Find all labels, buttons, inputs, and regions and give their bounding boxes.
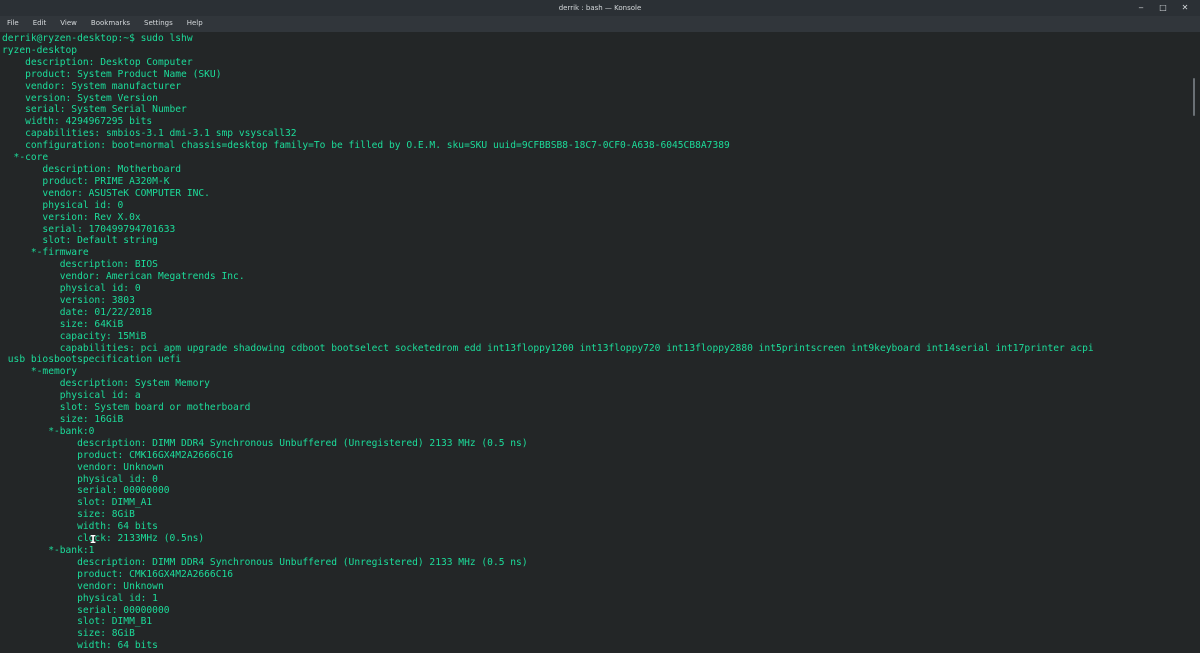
terminal-line: serial: 170499794701633 [2,223,176,235]
prompt-line: derrik@ryzen-desktop:~$ sudo lshw [2,33,193,44]
minimize-icon[interactable]: ‒ [1136,3,1146,13]
terminal-line: width: 4294967295 bits [2,116,153,128]
menu-bar: File Edit View Bookmarks Settings Help [0,16,1200,31]
terminal-line: configuration: boot=normal chassis=deskt… [2,140,730,152]
terminal-line: size: 16GiB [2,414,124,425]
terminal-line: size: 8GiB [2,509,135,521]
terminal-line: *-core [2,152,49,164]
terminal-line: capacity: 15MiB [2,330,147,342]
terminal-line: ryzen-desktop [2,44,78,56]
terminal-line: serial: 00000000 [2,485,170,497]
menu-bookmarks[interactable]: Bookmarks [84,16,137,31]
terminal-line: description: DIMM DDR4 Synchronous Unbuf… [2,556,528,568]
terminal-line: date: 01/22/2018 [2,306,153,318]
terminal-scrollbar[interactable] [1190,32,1200,653]
terminal-line: usb biosbootspecification uefi [2,354,182,366]
terminal-line: serial: 00000000 [2,604,170,616]
terminal-line: version: Rev X.0x [2,211,141,223]
menu-help[interactable]: Help [180,16,210,31]
scrollbar-thumb[interactable] [1193,78,1195,116]
terminal-line: version: System Version [2,92,158,104]
terminal-line: *-firmware [2,247,89,259]
window-controls: ‒ □ ✕ [1136,0,1190,16]
ibeam-cursor-icon: I [89,533,97,546]
window-title: derrik : bash — Konsole [558,4,642,12]
menu-file[interactable]: File [0,16,26,31]
terminal-line: product: CMK16GX4M2A2666C16 [2,449,234,461]
title-bar[interactable]: derrik : bash — Konsole ‒ □ ✕ [0,0,1200,16]
terminal-line: product: System Product Name (SKU) [2,68,222,80]
terminal-line: vendor: ASUSTeK COMPUTER INC. [2,187,210,199]
terminal-line: size: 64KiB [2,318,124,330]
terminal-line: physical id: 0 [2,473,158,485]
terminal-line: physical id: 1 [2,592,158,604]
terminal-line: *-memory [2,366,78,378]
terminal-line: description: Desktop Computer [2,56,193,68]
terminal-line: description: Motherboard [2,163,182,175]
terminal-line: vendor: American Megatrends Inc. [2,271,245,283]
close-icon[interactable]: ✕ [1180,3,1190,13]
terminal-line: size: 8GiB [2,628,135,640]
terminal-line: slot: Default string [2,235,158,247]
terminal-line: width: 64 bits [2,640,158,652]
terminal-line: serial: System Serial Number [2,104,187,116]
terminal-line: slot: DIMM_A1 [2,497,153,509]
terminal-line: description: DIMM DDR4 Synchronous Unbuf… [2,437,528,449]
terminal-line: slot: DIMM_B1 [2,616,153,628]
terminal-line: width: 64 bits [2,521,158,533]
terminal-line: physical id: 0 [2,283,141,295]
terminal-line: product: CMK16GX4M2A2666C16 [2,568,234,580]
terminal-line: slot: System board or motherboard [2,402,251,414]
terminal-line: vendor: Unknown [2,580,164,592]
terminal-line: vendor: Unknown [2,461,164,473]
terminal-line: version: 3803 [2,294,135,306]
terminal-line: clock: 2133MHz (0.5ns) [2,533,205,545]
terminal-line: description: System Memory [2,378,210,390]
terminal-line: capabilities: pci apm upgrade shadowing … [2,342,1094,354]
terminal-line: product: PRIME A320M-K [2,175,170,187]
terminal-line: *-bank:0 [2,425,95,437]
terminal-line: capabilities: smbios-3.1 dmi-3.1 smp vsy… [2,128,297,140]
menu-settings[interactable]: Settings [137,16,180,31]
konsole-window: derrik : bash — Konsole ‒ □ ✕ File Edit … [0,0,1200,653]
terminal-line: description: BIOS [2,259,158,271]
terminal-output[interactable]: derrik@ryzen-desktop:~$ sudo lshw ryzen-d… [0,32,1190,653]
maximize-icon[interactable]: □ [1158,3,1168,13]
menu-view[interactable]: View [53,16,84,31]
terminal-line: physical id: 0 [2,199,124,211]
terminal-line: vendor: System manufacturer [2,80,182,92]
terminal-line: *-bank:1 [2,544,95,556]
terminal-lines: derrik@ryzen-desktop:~$ sudo lshw ryzen-d… [2,33,1094,652]
menu-edit[interactable]: Edit [26,16,54,31]
terminal-line: physical id: a [2,390,141,402]
